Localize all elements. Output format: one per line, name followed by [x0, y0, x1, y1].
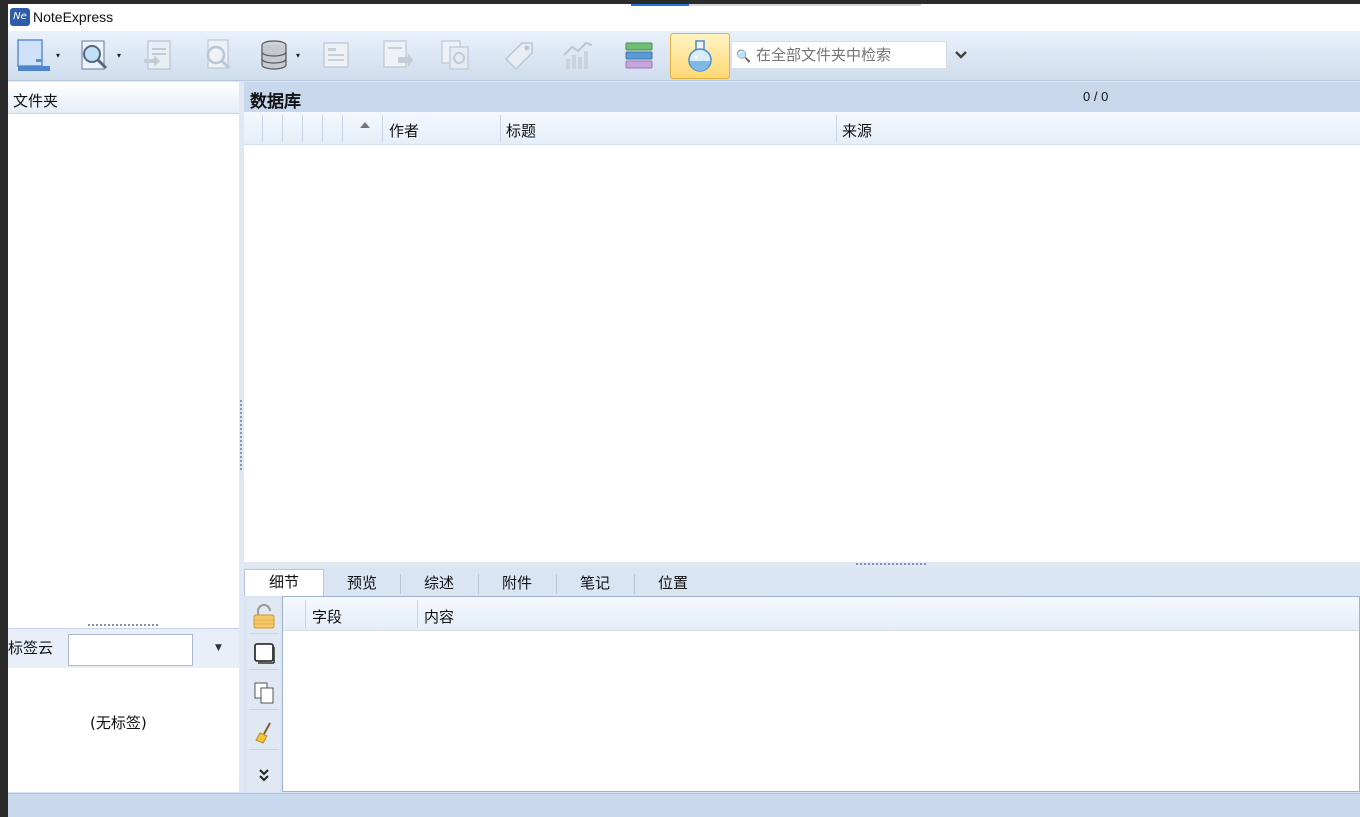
column-author[interactable]: 作者 — [389, 120, 419, 141]
chevron-down-icon — [955, 51, 967, 59]
detail-field-table: 字段 内容 — [282, 596, 1360, 792]
magnifier-doc-icon — [81, 40, 108, 70]
app-window: Ne NoteExpress ▾ ▾ ▾ 🔍 在全部文件夹中检索 文件夹 标签云… — [8, 4, 1360, 817]
find-doc-icon — [206, 39, 231, 70]
tag-cloud-section: 标签云 ▼ (无标签) — [8, 628, 239, 792]
database-title: 数据库 — [250, 92, 301, 112]
col-divider[interactable] — [836, 115, 837, 142]
title-bar: Ne NoteExpress — [8, 4, 1360, 31]
tag-splitter-grip[interactable] — [88, 624, 158, 627]
tab-details[interactable]: 细节 — [244, 569, 324, 596]
clear-button[interactable] — [249, 716, 279, 750]
export-button[interactable] — [376, 35, 416, 75]
library-dropdown-arrow[interactable]: ▾ — [56, 52, 64, 60]
tag-dropdown-arrow[interactable]: ▼ — [215, 643, 222, 653]
tab-preview[interactable]: 预览 — [324, 571, 400, 596]
col-divider[interactable] — [417, 600, 418, 628]
tag-cloud-label: 标签云 — [8, 639, 54, 657]
detail-tabs: 细节 预览 综述 附件 笔记 位置 — [244, 568, 1360, 596]
more-tools-button[interactable] — [249, 758, 279, 792]
import-button[interactable] — [138, 35, 178, 75]
analysis-button[interactable] — [558, 35, 598, 75]
new-library-button[interactable] — [12, 35, 52, 75]
online-search-dropdown-arrow[interactable]: ▾ — [117, 52, 125, 60]
taskbar-accent-gray — [689, 4, 921, 6]
double-chevron-down-icon — [259, 769, 269, 782]
tag-icon — [504, 42, 533, 71]
record-count: 0 / 0 — [1083, 89, 1109, 104]
tag-filter-combo[interactable] — [68, 634, 193, 666]
main-toolbar: ▾ ▾ ▾ 🔍 在全部文件夹中检索 — [8, 31, 1360, 81]
col-divider[interactable] — [282, 115, 283, 142]
folder-panel-header: 文件夹 — [8, 82, 239, 114]
search-dropdown-button[interactable] — [949, 41, 973, 69]
no-tags-text: (无标签) — [90, 714, 147, 732]
col-divider[interactable] — [305, 600, 306, 628]
detail-table-header: 字段 内容 — [283, 597, 1359, 631]
reference-table-header: 作者 标题 来源 — [244, 112, 1360, 145]
search-box: 🔍 — [731, 41, 947, 69]
tab-attachments[interactable]: 附件 — [478, 571, 556, 596]
layers-button[interactable] — [618, 35, 658, 75]
find-fulltext-button[interactable] — [198, 35, 238, 75]
folder-panel: 文件夹 标签云 ▼ (无标签) — [8, 82, 239, 792]
broom-icon — [255, 722, 271, 744]
unlock-button[interactable] — [249, 600, 279, 634]
tab-summary[interactable]: 综述 — [400, 571, 478, 596]
app-title: NoteExpress — [33, 9, 114, 25]
col-divider[interactable] — [302, 115, 303, 142]
column-field[interactable]: 字段 — [312, 606, 342, 627]
col-divider[interactable] — [322, 115, 323, 142]
horizontal-splitter-grip[interactable] — [856, 563, 926, 566]
sort-ascending-icon[interactable] — [360, 122, 370, 128]
tab-location[interactable]: 位置 — [634, 571, 712, 596]
database-panel: 数据库 0 / 0 作者 标题 来源 — [244, 82, 1360, 562]
status-bar — [8, 793, 1360, 817]
column-source[interactable]: 来源 — [842, 120, 872, 141]
tag-button[interactable] — [498, 35, 538, 75]
database-header: 数据库 0 / 0 — [244, 82, 1360, 112]
folder-panel-title: 文件夹 — [13, 92, 59, 110]
chart-icon — [563, 41, 593, 69]
online-search-button[interactable] — [74, 35, 114, 75]
window-button[interactable] — [249, 636, 279, 670]
detail-panel: 细节 预览 综述 附件 笔记 位置 字段 内容 — [244, 568, 1360, 792]
search-input[interactable] — [756, 44, 944, 66]
detail-side-toolbar — [246, 598, 280, 792]
col-divider[interactable] — [382, 115, 383, 142]
col-divider[interactable] — [342, 115, 343, 142]
duplicate-doc-icon — [441, 40, 469, 70]
flask-icon — [688, 40, 712, 72]
database-dropdown-arrow[interactable]: ▾ — [296, 52, 304, 60]
import-doc-icon — [144, 40, 171, 70]
tag-cloud-header: 标签云 ▼ — [8, 628, 239, 668]
duplicates-button[interactable] — [436, 35, 476, 75]
cite-button[interactable] — [316, 35, 356, 75]
cite-doc-icon — [323, 42, 349, 68]
search-icon: 🔍 — [736, 49, 751, 63]
col-divider[interactable] — [500, 115, 501, 142]
app-logo-icon: Ne — [10, 8, 30, 26]
column-content[interactable]: 内容 — [424, 606, 454, 627]
taskbar-accent — [631, 4, 689, 6]
library-icon — [17, 39, 50, 71]
tab-notes[interactable]: 笔记 — [556, 571, 634, 596]
copy-button[interactable] — [249, 676, 279, 710]
unlock-icon — [253, 603, 275, 628]
vertical-splitter-grip[interactable] — [240, 400, 243, 470]
copy-icon — [254, 682, 274, 703]
window-icon — [254, 642, 275, 664]
col-divider[interactable] — [262, 115, 263, 142]
database-icon — [261, 40, 287, 70]
database-button[interactable] — [254, 35, 294, 75]
lab-button[interactable] — [670, 33, 730, 79]
layers-icon — [625, 42, 653, 69]
column-title[interactable]: 标题 — [506, 120, 536, 141]
export-doc-icon — [383, 40, 413, 68]
